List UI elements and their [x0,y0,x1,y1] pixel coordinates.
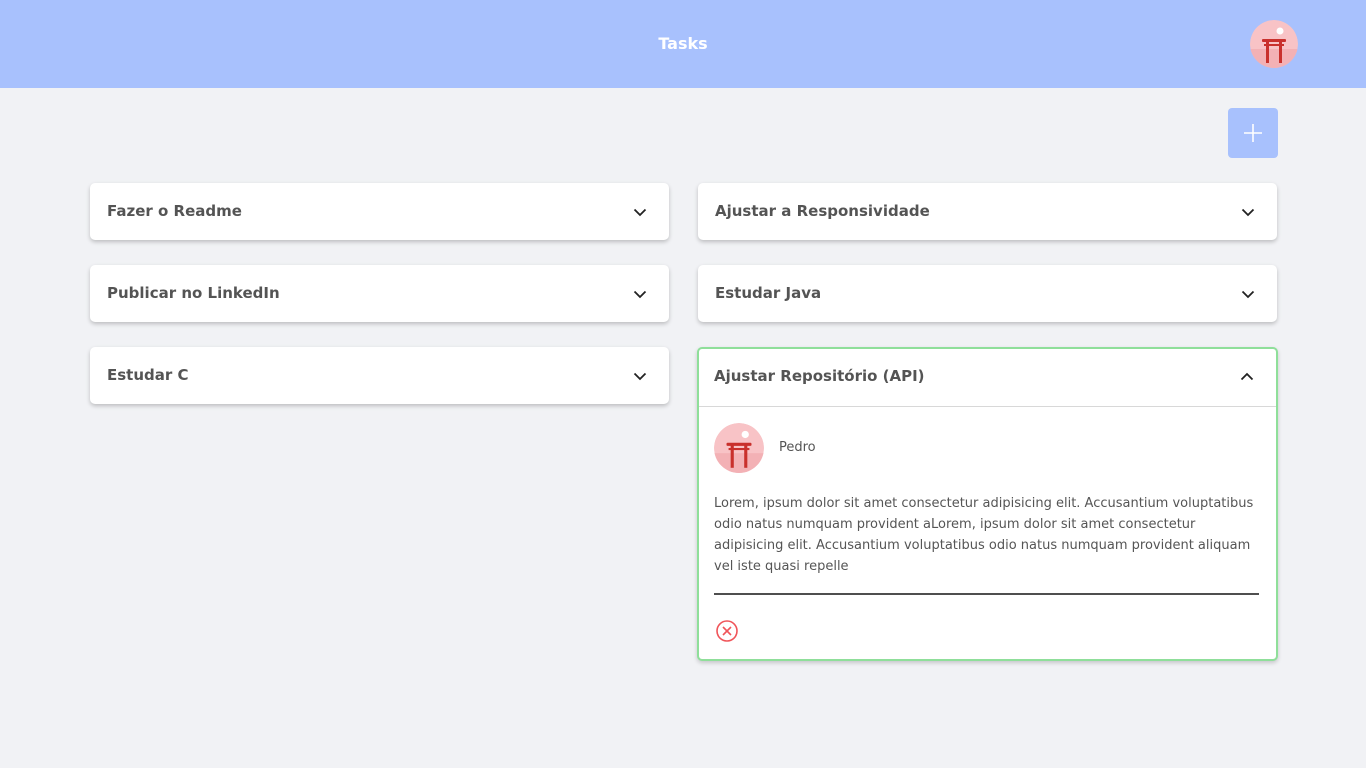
author-name: Pedro [779,440,816,455]
task-card-header[interactable]: Fazer o Readme [90,183,669,239]
task-title: Estudar Java [715,284,822,302]
user-avatar[interactable] [1250,20,1298,68]
add-task-button[interactable] [1228,108,1278,158]
divider [714,593,1259,595]
task-card-header[interactable]: Publicar no LinkedIn [90,265,669,321]
chevron-down-icon [633,372,647,381]
chevron-down-icon [633,290,647,299]
task-description: Lorem, ipsum dolor sit amet consectetur … [714,496,1254,574]
app-header: Tasks [0,0,1366,88]
plus-icon [1244,124,1262,142]
task-card-header[interactable]: Ajustar a Responsividade [698,183,1277,239]
task-title: Ajustar a Responsividade [715,202,930,220]
page-title: Tasks [658,34,708,53]
chevron-down-icon [633,208,647,217]
task-card: Estudar Java [698,265,1277,322]
task-card-expanded: Ajustar Repositório (API) Pedro Lorem, i… [697,347,1278,661]
task-title: Ajustar Repositório (API) [714,367,925,385]
task-title: Fazer o Readme [107,202,242,220]
torii-gate-avatar-icon [1250,20,1298,68]
task-card-header[interactable]: Estudar Java [698,265,1277,321]
chevron-down-icon [1241,208,1255,217]
chevron-up-icon [1240,372,1254,381]
close-circle-icon [716,620,738,642]
task-title: Publicar no LinkedIn [107,284,280,302]
task-card: Ajustar a Responsividade [698,183,1277,240]
task-title: Estudar C [107,366,189,384]
author-avatar [714,423,764,473]
chevron-down-icon [1241,290,1255,299]
task-card-header[interactable]: Ajustar Repositório (API) [699,349,1276,407]
torii-gate-avatar-icon [714,423,764,473]
task-card: Fazer o Readme [90,183,669,240]
task-card: Estudar C [90,347,669,404]
delete-task-button[interactable] [715,619,739,643]
task-card-header[interactable]: Estudar C [90,347,669,403]
task-card: Publicar no LinkedIn [90,265,669,322]
